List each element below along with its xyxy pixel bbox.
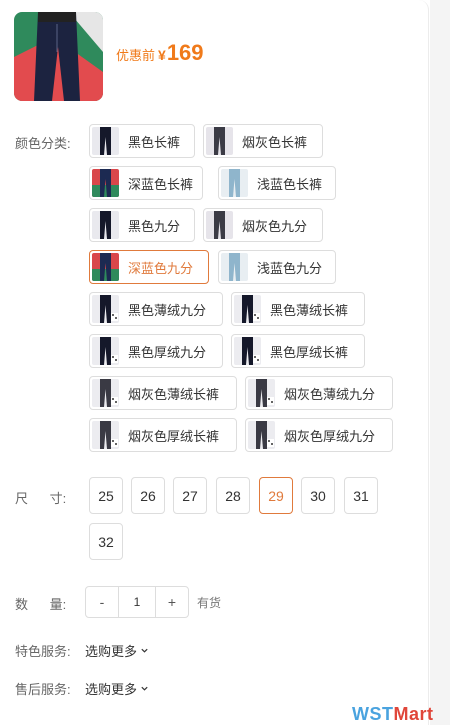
chevron-down-icon — [141, 648, 148, 653]
quantity-input[interactable]: 1 — [118, 587, 156, 617]
color-option[interactable]: 烟灰色薄绒九分 — [245, 376, 393, 410]
size-label: 尺 寸: — [15, 491, 67, 506]
color-option[interactable]: 黑色厚绒长裤 — [231, 334, 365, 368]
color-thumbnail — [92, 253, 119, 281]
color-option-label: 烟灰色薄绒长裤 — [128, 386, 220, 402]
color-option[interactable]: 烟灰色九分 — [203, 208, 323, 242]
color-label: 颜色分类: — [15, 136, 71, 151]
product-options-panel: 优惠前 ¥ 169 颜色分类: 黑色长裤 烟灰色长裤 深蓝色长裤 浅蓝色长裤 黑色九分烟… — [0, 0, 429, 725]
color-thumbnail — [248, 379, 275, 407]
color-thumbnail — [92, 421, 119, 449]
decrease-button[interactable]: - — [86, 587, 118, 617]
color-option[interactable]: 深蓝色长裤 — [89, 166, 203, 200]
special-service-value: 选购更多 — [85, 644, 138, 659]
product-image — [14, 12, 103, 101]
color-thumbnail — [92, 337, 119, 365]
color-option[interactable]: 黑色薄绒长裤 — [231, 292, 365, 326]
size-option[interactable]: 27 — [173, 477, 207, 514]
special-service-dropdown[interactable]: 选购更多 — [85, 641, 149, 660]
size-option[interactable]: 30 — [301, 477, 335, 514]
color-option[interactable]: 烟灰色厚绒九分 — [245, 418, 393, 452]
color-option-label: 黑色薄绒长裤 — [270, 302, 349, 318]
color-thumbnail — [92, 379, 119, 407]
color-option-label: 黑色九分 — [128, 218, 181, 234]
color-option[interactable]: 浅蓝色长裤 — [218, 166, 336, 200]
color-option[interactable]: 黑色厚绒九分 — [89, 334, 223, 368]
color-thumbnail — [206, 211, 233, 239]
size-option[interactable]: 25 — [89, 477, 123, 514]
color-thumbnail — [234, 337, 261, 365]
color-thumbnail — [92, 211, 119, 239]
color-option-label: 烟灰色长裤 — [242, 134, 308, 150]
color-option[interactable]: 烟灰色长裤 — [203, 124, 323, 158]
color-option[interactable]: 烟灰色薄绒长裤 — [89, 376, 237, 410]
color-option-label: 深蓝色九分 — [128, 260, 194, 276]
color-option-label: 浅蓝色长裤 — [257, 176, 323, 192]
color-option-label: 深蓝色长裤 — [128, 176, 194, 192]
stock-status: 有货 — [197, 596, 222, 610]
color-thumbnail — [92, 295, 119, 323]
price-value: 169 — [166, 40, 204, 65]
after-sales-value: 选购更多 — [85, 682, 138, 697]
size-option[interactable]: 31 — [344, 477, 378, 514]
color-option[interactable]: 烟灰色厚绒长裤 — [89, 418, 237, 452]
price-label: 优惠前 — [116, 48, 156, 63]
color-option[interactable]: 黑色长裤 — [89, 124, 195, 158]
color-option[interactable]: 深蓝色九分 — [89, 250, 209, 284]
color-option-label: 黑色厚绒九分 — [128, 344, 207, 360]
chevron-down-icon — [141, 686, 148, 691]
after-sales-label: 售后服务: — [15, 682, 71, 697]
color-option-label: 烟灰色九分 — [242, 218, 308, 234]
color-thumbnail — [92, 127, 119, 155]
increase-button[interactable]: + — [156, 587, 188, 617]
color-option[interactable]: 浅蓝色九分 — [218, 250, 336, 284]
size-option[interactable]: 26 — [131, 477, 165, 514]
watermark-part2: Mart — [393, 704, 434, 724]
color-option[interactable]: 黑色九分 — [89, 208, 195, 242]
color-thumbnail — [248, 421, 275, 449]
size-option[interactable]: 29 — [259, 477, 293, 514]
color-option-label: 浅蓝色九分 — [257, 260, 323, 276]
color-thumbnail — [221, 169, 248, 197]
after-sales-dropdown[interactable]: 选购更多 — [85, 679, 149, 698]
color-thumbnail — [221, 253, 248, 281]
color-option-label: 黑色薄绒九分 — [128, 302, 207, 318]
quantity-stepper: - 1 + — [85, 586, 189, 618]
watermark-part1: WST — [352, 704, 394, 724]
color-thumbnail — [92, 169, 119, 197]
color-option-label: 烟灰色薄绒九分 — [284, 386, 376, 402]
right-scroll-strip — [430, 0, 450, 725]
color-option-label: 烟灰色厚绒九分 — [284, 428, 376, 444]
price-display: 优惠前 ¥ 169 — [116, 40, 204, 66]
size-option[interactable]: 32 — [89, 523, 123, 560]
size-option[interactable]: 28 — [216, 477, 250, 514]
color-option-label: 黑色长裤 — [128, 134, 181, 150]
color-option-label: 黑色厚绒长裤 — [270, 344, 349, 360]
color-thumbnail — [206, 127, 233, 155]
currency-symbol: ¥ — [158, 47, 166, 63]
quantity-label: 数 量: — [15, 597, 67, 612]
special-service-label: 特色服务: — [15, 644, 71, 659]
color-thumbnail — [234, 295, 261, 323]
color-option[interactable]: 黑色薄绒九分 — [89, 292, 223, 326]
color-option-label: 烟灰色厚绒长裤 — [128, 428, 220, 444]
watermark-logo: WSTMart — [352, 704, 434, 725]
